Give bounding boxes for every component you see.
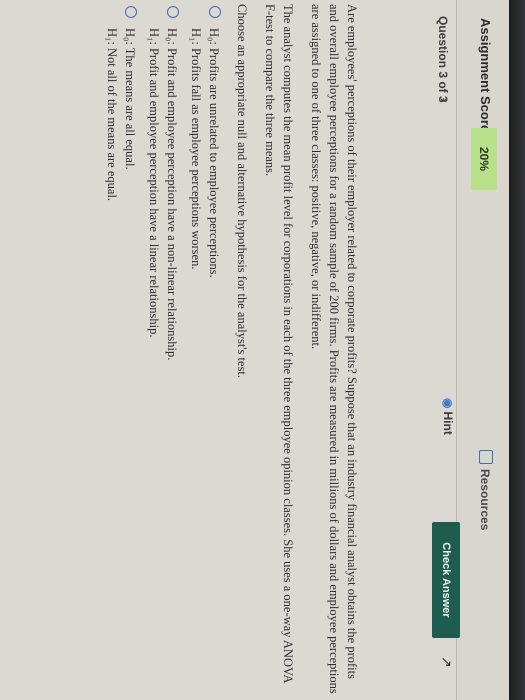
option-null-hypothesis: H₀: The means are all equal. [123,28,137,170]
screen: Assignment Score: 20% Resources Question… [0,0,509,700]
score-badge: 20% [471,128,497,190]
radio-button[interactable] [167,6,179,18]
lightbulb-icon: ◉ [441,398,455,409]
answer-option-1[interactable]: H₀: Profits are unrelated to employee pe… [187,4,223,694]
hint-button[interactable]: ◉ Hint [441,398,455,435]
monitor-bezel [509,0,525,700]
question-prompt: Choose an appropriate null and alternati… [235,4,249,379]
check-answer-button[interactable]: Check Answer [432,522,460,638]
resources-button[interactable]: Resources [478,450,493,530]
option-alt-hypothesis: H₁: Profit and employee perception have … [147,28,161,338]
radio-button[interactable] [209,6,221,18]
question-text: Are employees' perceptions of their empl… [309,4,359,694]
option-null-hypothesis: H₀: Profits are unrelated to employee pe… [207,28,221,278]
answer-option-2[interactable]: H₀: Profit and employee perception have … [145,4,181,694]
hint-label: Hint [441,411,455,435]
option-null-hypothesis: H₀: Profit and employee perception have … [165,28,179,361]
resources-label: Resources [478,469,492,531]
page: Assignment Score: 20% Resources Question… [0,0,509,700]
option-alt-hypothesis: H₁: Profits fall as employee perceptions… [189,28,203,270]
question-text-2: The analyst computes the mean profit lev… [263,4,295,683]
radio-button[interactable] [125,6,137,18]
option-alt-hypothesis: H₁: Not all of the means are equal. [105,28,119,202]
answer-option-3[interactable]: H₀: The means are all equal. H₁: Not all… [103,4,139,694]
question-counter: Question 3 of 3 [436,16,450,103]
resources-icon [479,450,493,464]
score-label: Assignment Score: [478,18,493,137]
header: Assignment Score: 20% Resources [456,0,509,700]
chevron-right-icon[interactable]: › [437,98,452,102]
question-body: Are employees' perceptions of their empl… [97,4,361,694]
expand-icon[interactable]: ↗ [438,656,455,668]
